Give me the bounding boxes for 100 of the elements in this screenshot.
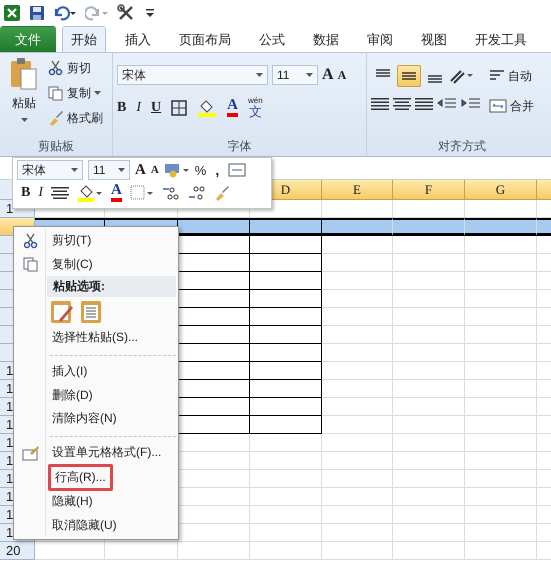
column-header[interactable]: G: [465, 180, 537, 200]
save-icon[interactable]: [29, 4, 45, 20]
merge-button[interactable]: 合并: [489, 95, 534, 117]
merge-icon[interactable]: [228, 163, 246, 177]
ribbon-tab[interactable]: 页面布局: [170, 26, 240, 52]
align-right-icon[interactable]: [415, 97, 433, 111]
font-size-field[interactable]: 11: [88, 160, 130, 180]
grid-cell[interactable]: [178, 398, 250, 416]
grid-cell[interactable]: [250, 344, 322, 362]
increase-decimal-icon[interactable]: [162, 184, 180, 200]
bold-button[interactable]: B: [21, 186, 30, 200]
grid-cell[interactable]: [250, 308, 322, 326]
menu-item[interactable]: 取消隐藏(U): [52, 516, 117, 534]
menu-item[interactable]: 插入(I): [52, 362, 88, 380]
ribbon-tab[interactable]: 开发工具: [466, 26, 536, 52]
cut-button[interactable]: 剪切: [48, 57, 103, 79]
grid-cell[interactable]: [178, 290, 250, 308]
grid-cell[interactable]: [178, 218, 250, 236]
ribbon-tab[interactable]: 开始: [62, 26, 106, 52]
caret-icon[interactable]: [71, 168, 78, 172]
caret-icon[interactable]: [256, 72, 263, 78]
align-left-icon[interactable]: [371, 97, 389, 111]
grid-cell[interactable]: [250, 254, 322, 272]
shrink-font-button[interactable]: A: [150, 164, 159, 176]
italic-button[interactable]: I: [38, 186, 44, 200]
borders-icon[interactable]: [171, 100, 188, 116]
excel-logo-icon[interactable]: [3, 4, 21, 22]
undo-icon[interactable]: [53, 4, 77, 20]
phonetic-button[interactable]: wén 文: [248, 97, 263, 118]
ribbon-tab[interactable]: 公式: [250, 26, 294, 52]
grid-cell[interactable]: [250, 398, 322, 416]
grid-cell[interactable]: [250, 236, 322, 254]
grid-cell[interactable]: [250, 290, 322, 308]
caret-icon[interactable]: [94, 90, 101, 96]
menu-item[interactable]: 行高(R)...: [48, 464, 113, 491]
format-painter-button[interactable]: 格式刷: [48, 107, 103, 129]
menu-item[interactable]: 设置单元格格式(F)...: [52, 444, 162, 462]
font-name-field[interactable]: 宋体: [17, 160, 83, 180]
ribbon-tab[interactable]: 审阅: [358, 26, 402, 52]
grid-cell[interactable]: [178, 326, 250, 344]
align-center-icon[interactable]: [393, 97, 411, 111]
bold-button[interactable]: B: [117, 100, 126, 114]
ribbon-tab[interactable]: 视图: [412, 26, 456, 52]
font-name-field[interactable]: 宋体: [117, 65, 268, 85]
caret-icon[interactable]: [118, 168, 125, 172]
caret-icon[interactable]: [306, 72, 313, 78]
grid-cell[interactable]: [178, 362, 250, 380]
menu-item[interactable]: 剪切(T): [52, 232, 92, 250]
fill-color-icon[interactable]: [77, 184, 104, 202]
grow-font-button[interactable]: A: [135, 162, 146, 178]
menu-item[interactable]: 删除(D): [52, 386, 93, 404]
ribbon-tab[interactable]: 数据: [304, 26, 348, 52]
row-header[interactable]: 20: [0, 542, 35, 560]
align-center-icon[interactable]: [51, 186, 70, 200]
grid-cell[interactable]: [322, 218, 393, 236]
percent-button[interactable]: %: [194, 162, 206, 178]
brush-icon[interactable]: [214, 184, 232, 200]
paste-button[interactable]: 粘贴: [12, 95, 36, 129]
caret-icon[interactable]: [20, 118, 28, 123]
menu-item[interactable]: 选择性粘贴(S)...: [52, 328, 138, 346]
grid-cell[interactable]: [178, 254, 250, 272]
grid-cell[interactable]: [250, 416, 322, 434]
grid-cell[interactable]: [178, 236, 250, 254]
comma-button[interactable]: ,: [211, 162, 224, 178]
ribbon-tab[interactable]: 插入: [116, 26, 160, 52]
wrap-text-button[interactable]: 自动: [489, 65, 534, 87]
grid-cell[interactable]: [465, 218, 537, 236]
copy-button[interactable]: 复制: [48, 82, 103, 104]
grid-cell[interactable]: [178, 380, 250, 398]
grid-cell[interactable]: [393, 218, 465, 236]
font-color-button[interactable]: A: [227, 98, 238, 117]
grid-cell[interactable]: [178, 416, 250, 434]
column-header[interactable]: F: [393, 180, 465, 200]
grid-cell[interactable]: [178, 308, 250, 326]
menu-item[interactable]: 复制(C): [52, 256, 93, 273]
paste-icon[interactable]: [9, 57, 39, 91]
font-color-button[interactable]: A: [111, 183, 122, 202]
grid-cell[interactable]: [250, 272, 322, 290]
grid-cell[interactable]: [250, 218, 322, 236]
fill-color-icon[interactable]: [197, 98, 218, 116]
underline-button[interactable]: U: [151, 100, 162, 114]
align-button[interactable]: [397, 65, 421, 87]
column-header[interactable]: E: [322, 180, 393, 200]
paste-values-icon[interactable]: [80, 298, 104, 324]
grid-cell[interactable]: [250, 326, 322, 344]
shrink-font-button[interactable]: A: [338, 69, 346, 81]
menu-item[interactable]: 清除内容(N): [52, 410, 117, 428]
menu-item[interactable]: 隐藏(H): [52, 493, 93, 510]
italic-button[interactable]: I: [136, 100, 142, 114]
grid-cell[interactable]: [178, 344, 250, 362]
font-size-field[interactable]: 11: [272, 65, 318, 85]
grid-cell[interactable]: [250, 380, 322, 398]
grow-font-button[interactable]: A: [322, 67, 334, 83]
grid-cell[interactable]: [178, 272, 250, 290]
decrease-decimal-icon[interactable]: [188, 184, 206, 200]
paste-formatting-icon[interactable]: [50, 298, 74, 324]
file-tab[interactable]: 文件: [0, 26, 56, 52]
group-label: 对齐方式: [437, 138, 487, 154]
grid-cell[interactable]: [250, 362, 322, 380]
accounting-format-icon[interactable]: [164, 162, 190, 178]
